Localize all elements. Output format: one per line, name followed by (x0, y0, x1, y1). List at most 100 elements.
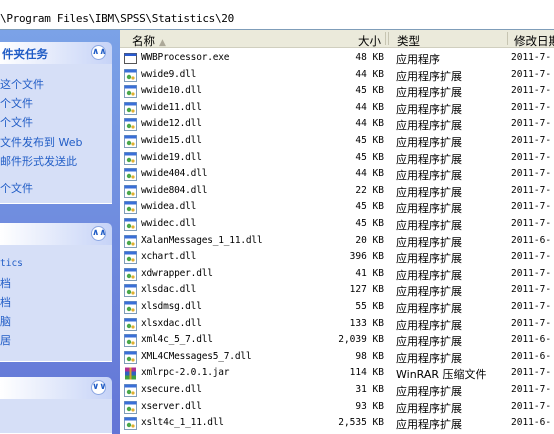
place-link-statistics[interactable]: tics (0, 258, 23, 269)
file-row[interactable]: xchart.dll 396 KB 应用程序扩展 2011-7- (120, 249, 554, 266)
file-type: 应用程序扩展 (396, 119, 462, 133)
file-date: 2011-7- (511, 400, 552, 412)
file-folder-tasks-title: 件夹任务 (2, 47, 48, 61)
file-date: 2011-7- (511, 384, 552, 395)
file-row[interactable]: wwide15.dll 45 KB 应用程序扩展 2011-7- (120, 133, 554, 150)
file-date: 2011-7- (511, 251, 552, 263)
file-date: 2011-6- (511, 334, 552, 346)
place-link-3[interactable]: 档 (0, 294, 11, 310)
column-header-size[interactable]: 大小 (358, 33, 381, 49)
file-size: 45 KB (355, 135, 384, 146)
file-size: 114 KB (349, 367, 384, 379)
file-date: 2011-7- (511, 168, 552, 180)
file-size: 44 KB (355, 101, 384, 113)
file-name: wwide15.dll (141, 135, 202, 146)
address-bar[interactable]: \Program Files\IBM\SPSS\Statistics\20 (0, 0, 554, 30)
file-row[interactable]: xdwrapper.dll 41 KB 应用程序扩展 2011-7- (120, 266, 554, 283)
file-size: 41 KB (355, 267, 384, 279)
file-row[interactable]: wwide804.dll 22 KB 应用程序扩展 2011-7- (120, 183, 554, 200)
column-separator[interactable] (388, 32, 389, 45)
file-date: 2011-7- (511, 101, 552, 113)
column-separator[interactable] (385, 32, 386, 45)
file-size: 55 KB (355, 301, 384, 312)
task-link-3[interactable]: 个文件 (0, 114, 33, 130)
details-header[interactable]: ∨∨ (0, 377, 112, 399)
file-date: 2011-7- (511, 135, 552, 146)
place-link-5[interactable]: 居 (0, 332, 11, 348)
file-row[interactable]: XML4CMessages5_7.dll 98 KB 应用程序扩展 2011-6- (120, 349, 554, 366)
other-places-header[interactable]: ∧∧ (0, 223, 112, 245)
file-list[interactable]: 名称 ▲ 大小 类型 修改日期 WWBProcessor.exe 48 KB 应用程序… (120, 30, 554, 434)
other-places-body: tics 档 档 脑 居 (0, 245, 112, 362)
file-name: xsecure.dll (141, 384, 202, 395)
file-row[interactable]: xslt4c_1_11.dll 2,535 KB 应用程序扩展 2011-6- (120, 415, 554, 432)
task-link-6[interactable]: 个文件 (0, 180, 33, 196)
address-path[interactable]: \Program Files\IBM\SPSS\Statistics\20 (0, 12, 234, 25)
file-size: 45 KB (355, 201, 384, 213)
file-row[interactable]: xsecure.dll 31 KB 应用程序扩展 2011-7- (120, 382, 554, 399)
task-link-2[interactable]: 个文件 (0, 95, 33, 111)
task-link-1[interactable]: 这个文件 (0, 76, 44, 92)
file-type: 应用程序扩展 (396, 318, 462, 332)
file-size: 133 KB (349, 317, 384, 329)
file-size: 93 KB (355, 400, 384, 412)
file-date: 2011-7- (511, 367, 552, 379)
file-row[interactable]: wwide19.dll 45 KB 应用程序扩展 2011-7- (120, 150, 554, 167)
task-link-publish-web[interactable]: 文件发布到 Web (0, 134, 82, 150)
file-row[interactable]: wwidec.dll 45 KB 应用程序扩展 2011-7- (120, 216, 554, 233)
file-row[interactable]: wwide404.dll 44 KB 应用程序扩展 2011-7- (120, 166, 554, 183)
place-link-2[interactable]: 档 (0, 275, 11, 291)
column-separator[interactable] (507, 32, 508, 45)
file-row[interactable]: xlsdmsg.dll 55 KB 应用程序扩展 2011-7- (120, 299, 554, 316)
collapse-chevron-icon[interactable]: ∧∧ (91, 45, 107, 60)
file-date: 2011-7- (511, 201, 552, 213)
file-type: 应用程序扩展 (396, 102, 462, 116)
collapse-chevron-icon[interactable]: ∧∧ (91, 226, 107, 241)
file-row[interactable]: wwide11.dll 44 KB 应用程序扩展 2011-7- (120, 100, 554, 117)
file-name: wwide19.dll (141, 151, 202, 163)
file-row[interactable]: xml4c_5_7.dll 2,039 KB 应用程序扩展 2011-6- (120, 332, 554, 349)
file-date: 2011-7- (511, 317, 552, 329)
file-name: xslt4c_1_11.dll (141, 417, 224, 429)
file-name: xlsdac.dll (141, 284, 197, 296)
column-header-name[interactable]: 名称 ▲ (132, 33, 166, 49)
file-date: 2011-7- (511, 301, 552, 312)
file-row[interactable]: wwidea.dll 45 KB 应用程序扩展 2011-7- (120, 199, 554, 216)
file-name: xlsxdac.dll (141, 317, 202, 329)
column-header-date[interactable]: 修改日期 (514, 33, 554, 49)
file-row[interactable]: xmlrpc-2.0.1.jar 114 KB WinRAR 压缩文件 2011-7- (120, 365, 554, 382)
file-row[interactable]: xlsdac.dll 127 KB 应用程序扩展 2011-7- (120, 282, 554, 299)
file-folder-tasks-body: 这个文件 个文件 个文件 文件发布到 Web 邮件形式发送此 个文件 (0, 64, 112, 204)
file-date: 2011-7- (511, 184, 552, 196)
file-row[interactable]: wwide9.dll 44 KB 应用程序扩展 2011-7- (120, 67, 554, 84)
file-size: 31 KB (355, 384, 384, 395)
file-type: 应用程序扩展 (396, 185, 462, 199)
file-size: 44 KB (355, 118, 384, 130)
file-date: 2011-7- (511, 118, 552, 130)
file-type: 应用程序扩展 (396, 418, 462, 432)
file-row[interactable]: WWBProcessor.exe 48 KB 应用程序 2011-7- (120, 50, 554, 67)
file-size: 44 KB (355, 68, 384, 80)
file-date: 2011-6- (511, 417, 552, 429)
file-type: 应用程序扩展 (396, 169, 462, 183)
file-row[interactable]: wwide12.dll 44 KB 应用程序扩展 2011-7- (120, 116, 554, 133)
column-header-type[interactable]: 类型 (397, 33, 420, 49)
file-row[interactable]: xlsxdac.dll 133 KB 应用程序扩展 2011-7- (120, 316, 554, 333)
file-name: xlsdmsg.dll (141, 301, 202, 312)
task-link-email[interactable]: 邮件形式发送此 (0, 153, 77, 169)
file-row[interactable]: wwide10.dll 45 KB 应用程序扩展 2011-7- (120, 83, 554, 100)
expand-chevron-icon[interactable]: ∨∨ (91, 380, 107, 395)
file-row[interactable]: XalanMessages_1_11.dll 20 KB 应用程序扩展 2011-6- (120, 233, 554, 250)
file-folder-tasks-header[interactable]: 件夹任务 ∧∧ (0, 42, 112, 64)
file-date: 2011-6- (511, 234, 552, 246)
file-date: 2011-7- (511, 267, 552, 279)
file-date: 2011-6- (511, 350, 552, 362)
file-size: 127 KB (349, 284, 384, 296)
file-date: 2011-7- (511, 85, 552, 97)
file-row[interactable]: xserver.dll 93 KB 应用程序扩展 2011-7- (120, 399, 554, 416)
sort-ascending-icon: ▲ (159, 38, 166, 48)
file-date: 2011-7- (511, 151, 552, 163)
file-date: 2011-7- (511, 52, 552, 63)
file-name: wwidec.dll (141, 218, 197, 229)
place-link-4[interactable]: 脑 (0, 313, 11, 329)
